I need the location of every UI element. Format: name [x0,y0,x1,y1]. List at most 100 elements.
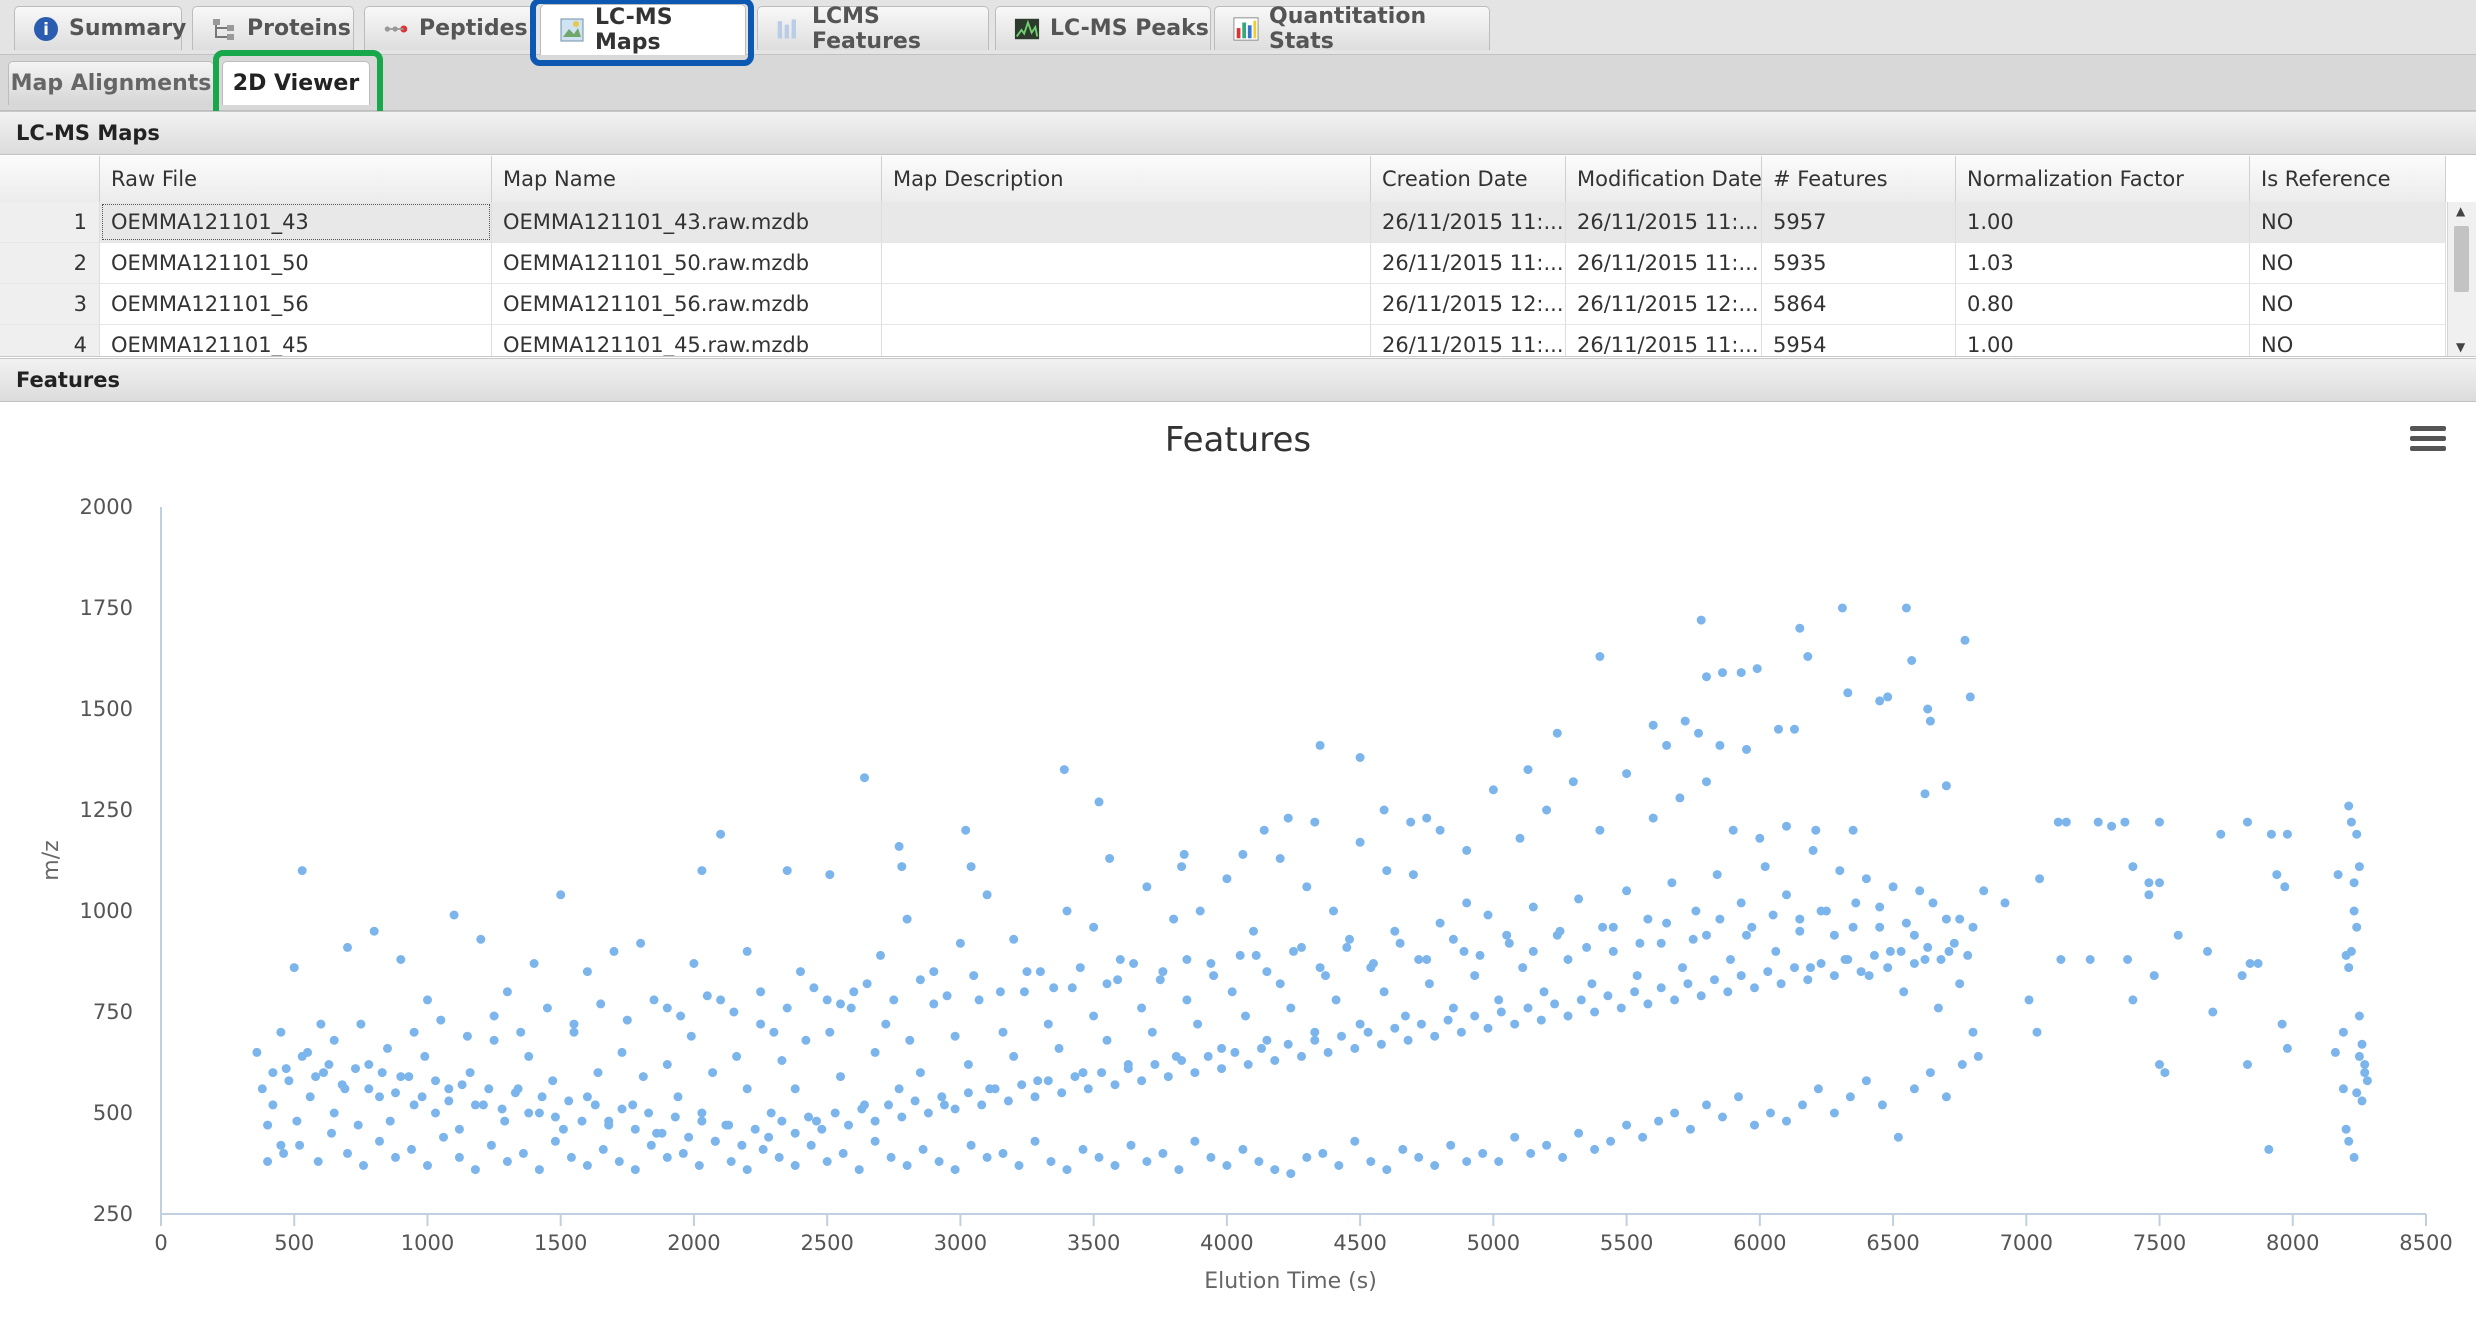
map-description-cell[interactable] [882,202,1371,242]
tab-summary[interactable]: i Summary [14,6,186,50]
map-name-cell[interactable]: OEMMA121101_45.raw.mzdb [492,325,882,356]
column-header-feature-count[interactable]: # Features [1762,156,1956,202]
raw-file-cell[interactable]: OEMMA121101_45 [100,325,492,356]
data-point [804,1112,813,1122]
creation-date-cell[interactable]: 26/11/2015 12:... [1371,284,1566,324]
data-point [1238,1144,1248,1154]
data-point [2352,1088,2362,1098]
data-point [662,1152,672,1162]
is-reference-cell[interactable]: NO [2250,325,2446,356]
features-scatter-plot[interactable]: 0 500 1000 1500 2000 2500 3000 3500 4000 4500 5000… [0,404,2476,1317]
data-point [1193,1019,1203,1029]
data-point [391,1088,400,1098]
table-body: 1 OEMMA121101_43 OEMMA121101_43.raw.mzdb… [0,202,2446,356]
column-header-raw-file[interactable]: Raw File [100,156,492,202]
tab-map-alignments[interactable]: Map Alignments [8,61,214,105]
modification-date-cell[interactable]: 26/11/2015 11:... [1566,243,1762,283]
data-point [923,1108,933,1118]
data-point [905,1035,915,1045]
data-point [1893,1132,1903,1142]
data-point [1496,1007,1506,1017]
data-point [1576,995,1586,1005]
creation-date-cell[interactable]: 26/11/2015 11:... [1371,243,1566,283]
scroll-up-arrow-icon[interactable]: ▲ [2456,204,2465,218]
tab-lcms-peaks[interactable]: LC-MS Peaks [995,6,1211,50]
y-axis-label: m/z [39,840,64,880]
feature-count-cell[interactable]: 5864 [1762,284,1956,324]
data-point [1755,833,1765,843]
raw-file-cell[interactable]: OEMMA121101_43 [100,202,492,242]
modification-date-cell[interactable]: 26/11/2015 11:... [1566,202,1762,242]
data-point [1595,652,1605,661]
map-description-cell[interactable] [882,284,1371,324]
table-row[interactable]: 2 OEMMA121101_50 OEMMA121101_50.raw.mzdb… [0,243,2446,284]
data-point [1283,1039,1293,1049]
feature-count-cell[interactable]: 5954 [1762,325,1956,356]
modification-date-cell[interactable]: 26/11/2015 11:... [1566,325,1762,356]
table-row[interactable]: 4 OEMMA121101_45 OEMMA121101_45.raw.mzdb… [0,325,2446,356]
map-description-cell[interactable] [882,325,1371,356]
data-point [1054,1043,1064,1053]
is-reference-cell[interactable]: NO [2250,284,2446,324]
tab-quantitation-stats[interactable]: Quantitation Stats [1214,4,1490,54]
data-point [1017,1080,1027,1090]
map-description-cell[interactable] [882,243,1371,283]
column-header-map-name[interactable]: Map Name [492,156,882,202]
raw-file-cell[interactable]: OEMMA121101_50 [100,243,492,283]
map-name-cell[interactable]: OEMMA121101_50.raw.mzdb [492,243,882,283]
data-point [1422,955,1432,964]
column-header-normalization-factor[interactable]: Normalization Factor [1956,156,2250,202]
table-row[interactable]: 3 OEMMA121101_56 OEMMA121101_56.raw.mzdb… [0,284,2446,325]
tab-proteins[interactable]: Proteins [192,6,354,50]
data-point [2053,817,2063,827]
data-point [2128,862,2138,872]
data-point [396,1072,406,1082]
column-header-map-description[interactable]: Map Description [882,156,1371,202]
column-header-modification-date[interactable]: Modification Date [1566,156,1762,202]
data-point [2107,821,2117,831]
data-point [1750,1120,1759,1130]
data-point [1670,1108,1680,1118]
scrollbar-thumb[interactable] [2454,226,2469,292]
column-header-row-number[interactable] [0,156,100,202]
data-point [1400,1011,1410,1021]
creation-date-cell[interactable]: 26/11/2015 11:... [1371,325,1566,356]
data-point [644,1108,654,1118]
tab-peptides[interactable]: Peptides [364,6,534,50]
data-point [1590,1007,1600,1017]
feature-count-cell[interactable]: 5957 [1762,202,1956,242]
data-point [1883,963,1893,973]
table-vertical-scrollbar[interactable]: ▲ ▼ [2447,202,2476,356]
data-point [2000,898,2010,908]
normalization-factor-cell[interactable]: 1.00 [1956,202,2250,242]
map-name-cell[interactable]: OEMMA121101_43.raw.mzdb [492,202,882,242]
feature-count-cell[interactable]: 5935 [1762,243,1956,283]
data-point [550,1112,560,1122]
scroll-down-arrow-icon[interactable]: ▼ [2456,340,2465,354]
data-point [1582,942,1592,952]
modification-date-cell[interactable]: 26/11/2015 12:... [1566,284,1762,324]
data-point [1736,971,1746,981]
normalization-factor-cell[interactable]: 1.00 [1956,325,2250,356]
data-point [550,1136,560,1146]
raw-file-cell[interactable]: OEMMA121101_56 [100,284,492,324]
data-point [2354,862,2364,872]
data-point [1222,1161,1232,1170]
normalization-factor-cell[interactable]: 0.80 [1956,284,2250,324]
bar-chart-icon [1233,16,1259,42]
data-point [1323,1047,1333,1057]
creation-date-cell[interactable]: 26/11/2015 11:... [1371,202,1566,242]
column-header-is-reference[interactable]: Is Reference [2250,156,2446,202]
normalization-factor-cell[interactable]: 1.03 [1956,243,2250,283]
data-point [263,1157,273,1166]
data-point [1523,1003,1533,1013]
map-name-cell[interactable]: OEMMA121101_56.raw.mzdb [492,284,882,324]
is-reference-cell[interactable]: NO [2250,202,2446,242]
data-point [1515,833,1525,843]
table-row[interactable]: 1 OEMMA121101_43 OEMMA121101_43.raw.mzdb… [0,202,2446,243]
data-point [929,967,939,977]
tab-lcms-features[interactable]: LCMS Features [757,4,989,54]
is-reference-cell[interactable]: NO [2250,243,2446,283]
column-header-creation-date[interactable]: Creation Date [1371,156,1566,202]
data-point [2155,878,2164,888]
